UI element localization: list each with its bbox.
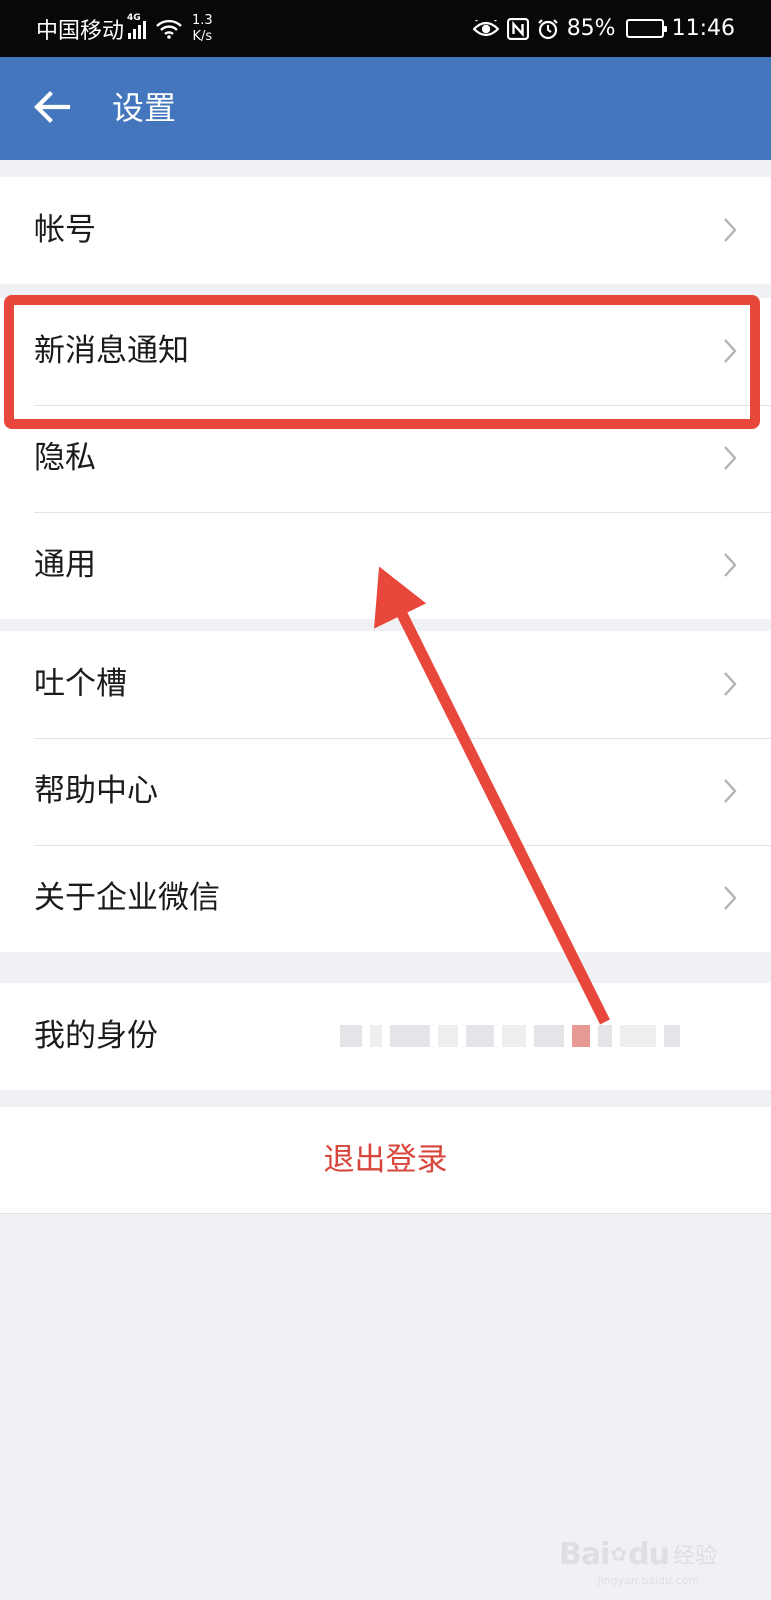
alarm-icon	[537, 18, 558, 39]
net-speed-value: 1.3	[192, 12, 213, 28]
nfc-icon	[506, 17, 529, 40]
network-type: 4G	[127, 12, 141, 23]
identity-value-redacted	[340, 1023, 740, 1049]
battery-icon	[625, 19, 667, 38]
settings-item-my-identity[interactable]: 我的身份	[0, 983, 771, 1090]
annotation-highlight-box	[4, 295, 760, 429]
app-bar: 设置	[0, 57, 771, 160]
clock: 11:46	[671, 16, 735, 41]
chevron-right-icon	[724, 218, 737, 242]
settings-item-feedback[interactable]: 吐个槽	[0, 631, 771, 738]
net-speed-unit: K/s	[192, 28, 213, 44]
chevron-right-icon	[724, 446, 737, 470]
settings-item-label: 帮助中心	[34, 773, 158, 809]
signal-icon: 4G	[127, 13, 147, 39]
logout-label: 退出登录	[323, 1142, 448, 1178]
settings-item-help-center[interactable]: 帮助中心	[0, 738, 771, 845]
page-title: 设置	[112, 89, 177, 127]
paw-icon: ✿	[610, 1542, 628, 1566]
chevron-right-icon	[724, 672, 737, 696]
settings-group-support: 吐个槽 帮助中心 关于企业微信	[0, 631, 771, 952]
back-arrow-icon[interactable]	[30, 85, 74, 129]
watermark-url: jingyan.baidu.com	[597, 1574, 699, 1587]
settings-item-general[interactable]: 通用	[0, 512, 771, 619]
watermark-suffix: 经验	[672, 1544, 717, 1569]
settings-item-label: 我的身份	[34, 1018, 158, 1054]
settings-item-label: 帐号	[34, 212, 96, 248]
battery-percent: 85%	[566, 16, 616, 41]
watermark-brand-suffix: du	[628, 1536, 670, 1572]
wifi-icon	[156, 19, 182, 39]
watermark: Bai ✿ du 经验	[559, 1534, 717, 1574]
eye-icon	[472, 19, 499, 36]
status-left: 中国移动 4G 1.3 K/s	[36, 0, 213, 57]
chevron-right-icon	[724, 886, 737, 910]
status-right: 85% 11:46	[472, 0, 735, 57]
settings-item-account[interactable]: 帐号	[0, 177, 771, 284]
carrier-name: 中国移动	[36, 18, 125, 44]
settings-item-about[interactable]: 关于企业微信	[0, 845, 771, 952]
status-bar: 中国移动 4G 1.3 K/s 85% 11:46	[0, 0, 771, 57]
chevron-right-icon	[724, 779, 737, 803]
watermark-brand: Bai	[558, 1536, 610, 1572]
logout-button[interactable]: 退出登录	[0, 1107, 771, 1214]
settings-group-account: 帐号	[0, 177, 771, 284]
settings-item-label: 通用	[34, 547, 96, 583]
net-speed: 1.3 K/s	[192, 13, 213, 45]
chevron-right-icon	[724, 553, 737, 577]
settings-item-label: 关于企业微信	[34, 880, 220, 916]
settings-item-label: 吐个槽	[34, 666, 127, 702]
settings-group-identity: 我的身份	[0, 983, 771, 1090]
